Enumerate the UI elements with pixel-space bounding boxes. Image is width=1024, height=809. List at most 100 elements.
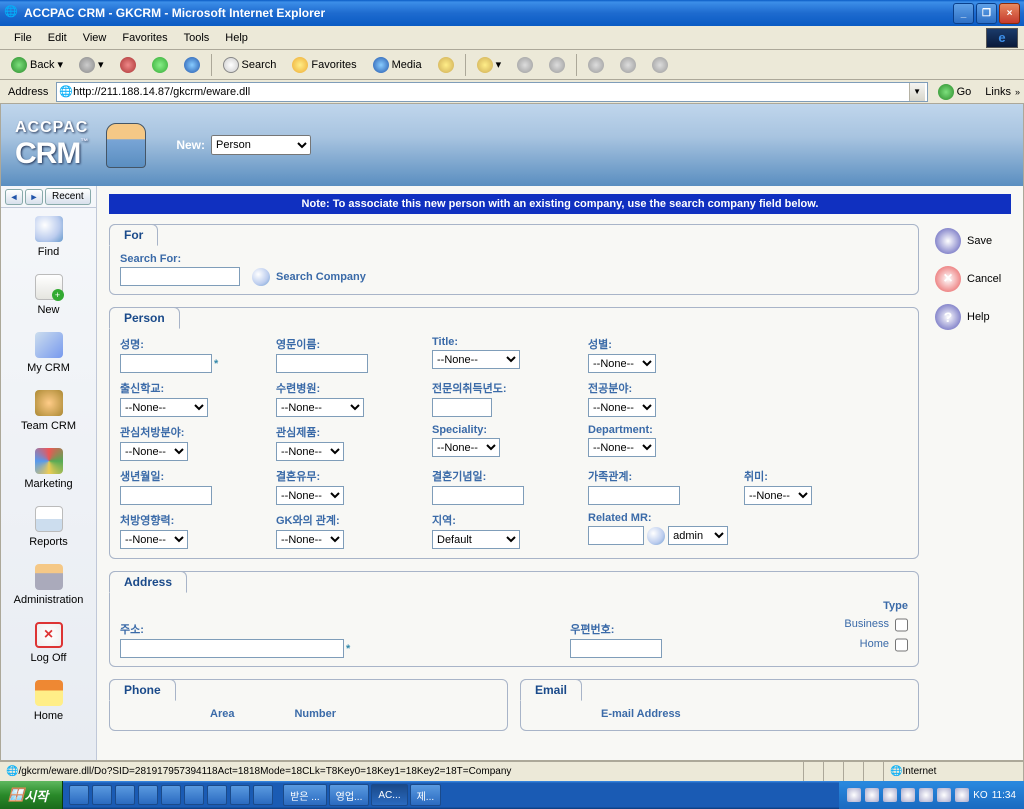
search-for-input[interactable] bbox=[120, 267, 240, 286]
family-input[interactable] bbox=[588, 486, 680, 505]
maximize-button[interactable]: ❐ bbox=[976, 3, 997, 24]
menu-help[interactable]: Help bbox=[217, 29, 256, 47]
search-company-icon[interactable] bbox=[252, 268, 270, 286]
sidebar-item-find[interactable]: Find bbox=[1, 208, 96, 266]
anniv-input[interactable] bbox=[432, 486, 524, 505]
sidebar-item-teamcrm[interactable]: Team CRM bbox=[1, 382, 96, 440]
refresh-button[interactable] bbox=[145, 53, 175, 77]
major-select[interactable]: --None-- bbox=[588, 398, 656, 417]
forward-button[interactable]: ▾ bbox=[72, 53, 111, 77]
media-button[interactable]: Media bbox=[366, 53, 429, 77]
print-button[interactable] bbox=[510, 53, 540, 77]
stop-button[interactable] bbox=[113, 53, 143, 77]
home-checkbox[interactable] bbox=[895, 638, 908, 652]
quicklaunch-2[interactable] bbox=[92, 785, 112, 805]
menu-view[interactable]: View bbox=[75, 29, 115, 47]
quicklaunch-4[interactable] bbox=[138, 785, 158, 805]
gender-select[interactable]: --None-- bbox=[588, 354, 656, 373]
task-button[interactable]: 받은 ... bbox=[283, 784, 327, 806]
tray-icon[interactable] bbox=[847, 788, 861, 802]
school-select[interactable]: --None-- bbox=[120, 398, 208, 417]
edit-button[interactable] bbox=[542, 53, 572, 77]
sidebar-item-marketing[interactable]: Marketing bbox=[1, 440, 96, 498]
menu-favorites[interactable]: Favorites bbox=[114, 29, 175, 47]
go-button[interactable]: Go bbox=[932, 82, 978, 102]
quicklaunch-1[interactable] bbox=[69, 785, 89, 805]
tool-button-2[interactable] bbox=[613, 53, 643, 77]
task-button[interactable]: 제... bbox=[410, 784, 442, 806]
sidebar-item-mycrm[interactable]: My CRM bbox=[1, 324, 96, 382]
hospital-select[interactable]: --None-- bbox=[276, 398, 364, 417]
minimize-button[interactable]: _ bbox=[953, 3, 974, 24]
tray-icon[interactable] bbox=[865, 788, 879, 802]
rx-infl-select[interactable]: --None-- bbox=[120, 530, 188, 549]
menu-file[interactable]: File bbox=[6, 29, 40, 47]
quicklaunch-7[interactable] bbox=[207, 785, 227, 805]
menu-edit[interactable]: Edit bbox=[40, 29, 75, 47]
links-button[interactable]: Links bbox=[985, 86, 1011, 98]
birth-input[interactable] bbox=[120, 486, 212, 505]
cancel-button[interactable]: Cancel bbox=[935, 266, 1021, 292]
mail-button[interactable]: ▾ bbox=[470, 53, 509, 77]
interest-prod-select[interactable]: --None-- bbox=[276, 442, 344, 461]
title-select[interactable]: --None-- bbox=[432, 350, 520, 369]
zip-input[interactable] bbox=[570, 639, 662, 658]
start-button[interactable]: 🪟 시작 bbox=[0, 781, 63, 809]
mr-search-icon[interactable] bbox=[647, 527, 665, 545]
search-button[interactable]: Search bbox=[216, 53, 284, 77]
nav-back-button[interactable]: ◄ bbox=[5, 189, 23, 205]
tray-icon[interactable] bbox=[919, 788, 933, 802]
address-input-field[interactable] bbox=[120, 639, 344, 658]
lang-indicator[interactable]: KO bbox=[973, 790, 987, 801]
task-button[interactable]: 영업... bbox=[329, 784, 370, 806]
address-dropdown[interactable]: ▼ bbox=[909, 83, 925, 101]
tray-icon[interactable] bbox=[955, 788, 969, 802]
sidebar-item-home[interactable]: Home bbox=[1, 672, 96, 730]
quicklaunch-9[interactable] bbox=[253, 785, 273, 805]
mr-input[interactable] bbox=[588, 526, 644, 545]
home-button[interactable] bbox=[177, 53, 207, 77]
engname-input[interactable] bbox=[276, 354, 368, 373]
sidebar-item-admin[interactable]: Administration bbox=[1, 556, 96, 614]
speciality-select[interactable]: --None-- bbox=[432, 438, 500, 457]
tray-icon[interactable] bbox=[883, 788, 897, 802]
new-type-select[interactable]: Person bbox=[211, 135, 311, 155]
tool-button-1[interactable] bbox=[581, 53, 611, 77]
quicklaunch-3[interactable] bbox=[115, 785, 135, 805]
close-button[interactable]: × bbox=[999, 3, 1020, 24]
nav-forward-button[interactable]: ► bbox=[25, 189, 43, 205]
menu-tools[interactable]: Tools bbox=[176, 29, 218, 47]
save-button[interactable]: Save bbox=[935, 228, 1021, 254]
quicklaunch-6[interactable] bbox=[184, 785, 204, 805]
for-tab: For bbox=[109, 224, 158, 246]
gk-rel-select[interactable]: --None-- bbox=[276, 530, 344, 549]
help-button[interactable]: Help bbox=[935, 304, 1021, 330]
generic-icon bbox=[620, 57, 636, 73]
department-select[interactable]: --None-- bbox=[588, 438, 656, 457]
favorites-button[interactable]: Favorites bbox=[285, 53, 363, 77]
mr-select[interactable]: admin bbox=[668, 526, 728, 545]
tray-icon[interactable] bbox=[937, 788, 951, 802]
quicklaunch-8[interactable] bbox=[230, 785, 250, 805]
systray: KO 11:34 bbox=[839, 781, 1024, 809]
history-button[interactable] bbox=[431, 53, 461, 77]
sidebar-item-new[interactable]: New bbox=[1, 266, 96, 324]
generic-icon bbox=[588, 57, 604, 73]
sidebar-item-logoff[interactable]: Log Off bbox=[1, 614, 96, 672]
search-company-link[interactable]: Search Company bbox=[276, 271, 366, 283]
back-button[interactable]: Back ▾ bbox=[4, 53, 70, 77]
task-button[interactable]: AC... bbox=[371, 784, 407, 806]
name-input[interactable] bbox=[120, 354, 212, 373]
business-checkbox[interactable] bbox=[895, 618, 908, 632]
quicklaunch-5[interactable] bbox=[161, 785, 181, 805]
tool-button-3[interactable] bbox=[645, 53, 675, 77]
address-input[interactable] bbox=[73, 86, 909, 98]
region-select[interactable]: Default bbox=[432, 530, 520, 549]
certyear-input[interactable] bbox=[432, 398, 492, 417]
sidebar-item-reports[interactable]: Reports bbox=[1, 498, 96, 556]
hobby-select[interactable]: --None-- bbox=[744, 486, 812, 505]
married-select[interactable]: --None-- bbox=[276, 486, 344, 505]
tray-icon[interactable] bbox=[901, 788, 915, 802]
recent-button[interactable]: Recent bbox=[45, 188, 91, 205]
interest-rx-select[interactable]: --None-- bbox=[120, 442, 188, 461]
